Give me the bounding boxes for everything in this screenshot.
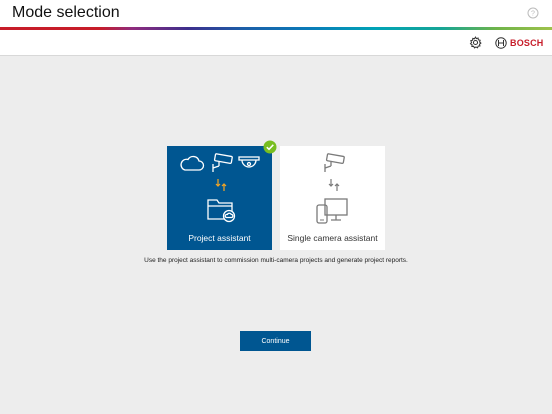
- gear-icon[interactable]: [469, 36, 482, 49]
- toolbar: BOSCH: [0, 30, 552, 56]
- camera-icon: [324, 153, 345, 172]
- mode-description: Use the project assistant to commission …: [144, 257, 408, 264]
- bosch-logo: BOSCH: [495, 36, 544, 50]
- monitor-icon: [324, 198, 348, 221]
- page-title: Mode selection: [12, 4, 120, 21]
- header-bar: Mode selection ?: [0, 0, 552, 27]
- mode-tile-project-assistant[interactable]: Project assistant: [167, 146, 272, 250]
- checkmark-icon: [263, 140, 277, 154]
- folder-icon: [207, 199, 236, 223]
- dome-camera-icon: [238, 156, 260, 168]
- mode-label-single-camera-assistant: Single camera assistant: [287, 233, 378, 243]
- continue-button[interactable]: Continue: [240, 331, 311, 351]
- bosch-armature-icon: [495, 37, 507, 49]
- mode-label-project-assistant: Project assistant: [188, 233, 251, 243]
- arrows-icon: [215, 179, 227, 191]
- help-icon[interactable]: ?: [527, 7, 539, 19]
- mode-tile-single-camera-assistant[interactable]: Single camera assistant: [280, 146, 385, 250]
- brand-name: BOSCH: [510, 38, 544, 48]
- cloud-icon: [180, 155, 205, 171]
- arrows-icon: [328, 179, 340, 191]
- svg-text:?: ?: [531, 11, 535, 18]
- camera-icon: [212, 153, 233, 172]
